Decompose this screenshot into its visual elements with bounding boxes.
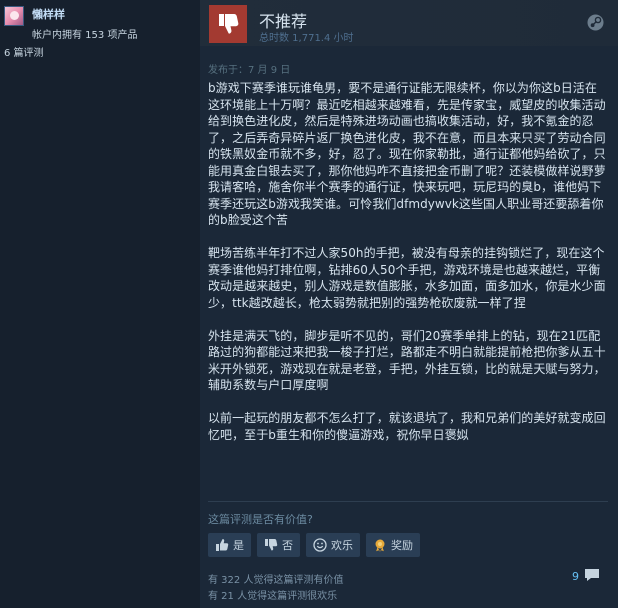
funny-stat: 有 21 人觉得这篇评测很欢乐 bbox=[208, 591, 338, 602]
review-paragraph: b游戏下赛季谁玩谁龟男，要不是通行证能无限续杯，你以为你这b日活在这环境能上十万… bbox=[208, 81, 606, 227]
steam-logo-icon bbox=[587, 14, 604, 31]
award-icon bbox=[375, 539, 385, 552]
vote-buttons: 是 否 欢乐 奖励 bbox=[208, 533, 420, 557]
comment-count[interactable]: 9 bbox=[572, 570, 579, 583]
thumbs-up-icon bbox=[216, 539, 229, 551]
review-paragraph: 靶场苦练半年打不过人家50h的手把，被没有母亲的挂钩锁烂了，现在这个赛季谁他妈打… bbox=[208, 246, 606, 310]
award-label: 奖励 bbox=[391, 539, 413, 552]
review-header[interactable]: 不推荐 总时数 1,771.4 小时 bbox=[200, 0, 618, 46]
review-panel: 不推荐 总时数 1,771.4 小时 发布于：7 月 9 日 b游戏下赛季谁玩谁… bbox=[200, 0, 618, 608]
vote-no-button[interactable]: 否 bbox=[257, 533, 300, 557]
award-button[interactable]: 奖励 bbox=[366, 533, 420, 557]
helpful-stat: 有 322 人觉得这篇评测有价值 bbox=[208, 575, 344, 586]
products-owned[interactable]: 帐户内拥有 153 项产品 bbox=[32, 26, 137, 41]
vote-funny-label: 欢乐 bbox=[331, 539, 353, 552]
vote-no-label: 否 bbox=[282, 539, 293, 552]
author-name[interactable]: 懶样样 bbox=[32, 6, 65, 22]
vote-funny-button[interactable]: 欢乐 bbox=[306, 533, 360, 557]
avatar[interactable] bbox=[4, 6, 24, 26]
review-count[interactable]: 6 篇评测 bbox=[4, 44, 44, 59]
review-paragraph: 外挂是满天飞的，脚步是听不见的，哥们20赛季单排上的钻，现在21匹配路过的狗都能… bbox=[208, 328, 606, 393]
comment-icon[interactable] bbox=[584, 568, 600, 582]
divider bbox=[208, 501, 608, 502]
review-body: b游戏下赛季谁玩谁龟男，要不是通行证能无限续杯，你以为你这b日活在这环境能上十万… bbox=[208, 80, 606, 460]
review-paragraph: 以前一起玩的朋友都不怎么打了，就该退坑了，我和兄弟们的美好就变成回忆吧，至于b重… bbox=[208, 411, 606, 442]
vote-yes-label: 是 bbox=[233, 539, 244, 552]
posted-date: 发布于：7 月 9 日 bbox=[208, 65, 291, 76]
author-panel: 懶样样 帐户内拥有 153 项产品 6 篇评测 bbox=[0, 0, 200, 608]
thumbs-down-icon bbox=[209, 5, 247, 43]
smiley-icon bbox=[313, 538, 327, 552]
vote-yes-button[interactable]: 是 bbox=[208, 533, 251, 557]
hours-played: 总时数 1,771.4 小时 bbox=[259, 33, 354, 44]
helpful-question: 这篇评测是否有价值? bbox=[208, 513, 313, 526]
thumbs-down-small-icon bbox=[265, 539, 278, 551]
